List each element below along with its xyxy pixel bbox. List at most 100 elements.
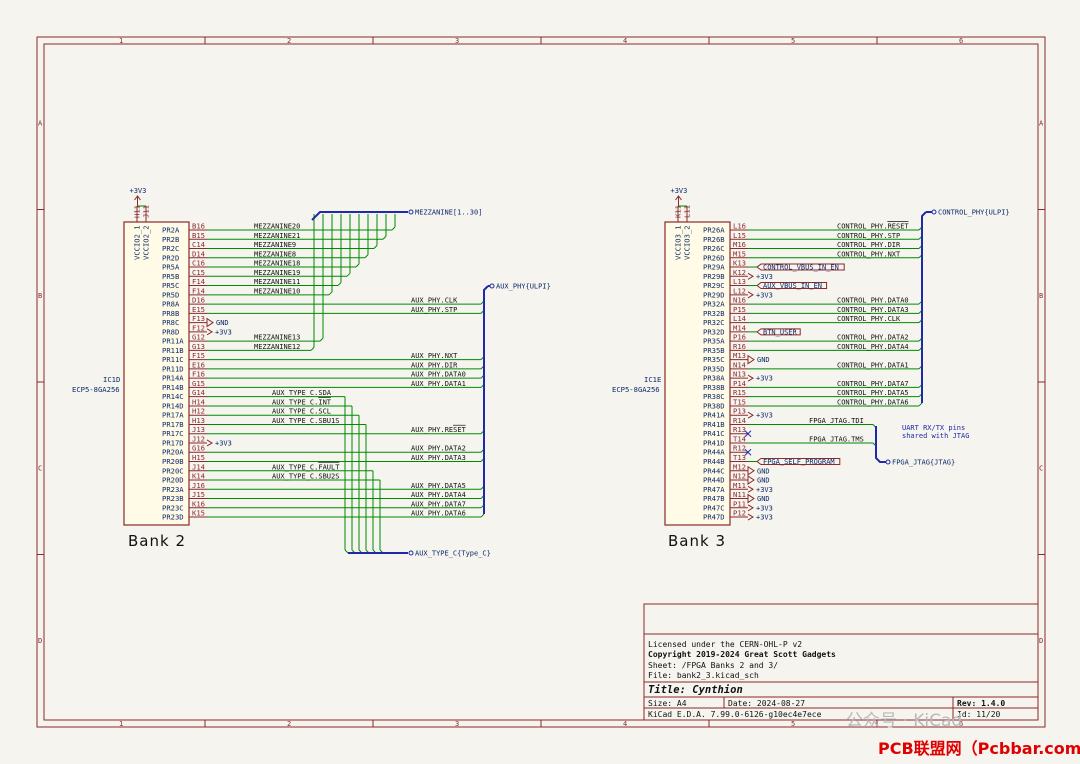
frame-row-right-A: A: [1039, 119, 1044, 127]
b3-net-control-phy-data0: CONTROL_PHY.DATA0: [837, 297, 909, 305]
b2-net-aux-phy-data6: AUX_PHY.DATA6: [411, 510, 466, 518]
b3-pin-pr41b-num: R14: [733, 416, 746, 425]
b2-pin-name-vccio2-1: VCCIO2_1: [133, 225, 142, 260]
b3-pin-pr35b-name: PR35B: [703, 346, 725, 355]
b3-net-control-phy-reset: CONTROL_PHY.RESET: [837, 223, 909, 231]
b3-pr44b-hier-label-label: FPGA_SELF_PROGRAM: [763, 458, 835, 466]
b2-pin-name-vccio2-2: VCCIO2_2: [142, 225, 151, 260]
frame-col-bottom-4: 4: [623, 720, 627, 728]
b2-pin-pr2a-num: B16: [192, 222, 205, 231]
b3-net-control-phy-data5: CONTROL_PHY.DATA5: [837, 389, 909, 397]
fpga-jtag-bus: [875, 426, 886, 463]
b3-pin-pr38a-name: PR38A: [703, 374, 725, 383]
b2-pin-pr17c-num: J13: [192, 425, 205, 434]
b2-pin-pr11a-name: PR11A: [162, 337, 184, 346]
b3-pr44d-gnd-symbol: [747, 475, 755, 485]
b3-pr47b-gnd-label: GND: [757, 495, 770, 503]
aux-phy-bus-port[interactable]: [489, 283, 495, 289]
b3-pin-pr29c-name: PR29C: [703, 281, 725, 290]
b3-pin-pr41d-name: PR41D: [703, 438, 725, 447]
title-block: Licensed under the CERN-OHL-P v2 Copyrig…: [643, 603, 1039, 721]
fpga-jtag-bus-port[interactable]: [885, 459, 891, 465]
b2-bus-entry-mezzanine19: [346, 272, 351, 277]
b3-pin-pr38d-num: T15: [733, 397, 746, 406]
b2-pin-pr14a-name: PR14A: [162, 374, 184, 383]
b3-pin-pr41a-name: PR41A: [703, 411, 725, 420]
b3-pin-pr26d-num: M15: [733, 249, 746, 258]
b2-pin-pr8b-name: PR8B: [162, 309, 179, 318]
b3-pr44d-gnd-label: GND: [757, 477, 770, 485]
b3-pin-name-vccio3-2: VCCIO3_2: [683, 225, 692, 260]
b3-vcc-power-label: +3V3: [671, 187, 688, 195]
b2-pin-pr5b-name: PR5B: [162, 272, 179, 281]
b3-net-control-phy-data1: CONTROL_PHY.DATA1: [837, 361, 909, 369]
ic1d-ref: IC1D: [103, 375, 120, 384]
aux-type-c-bus-port[interactable]: [408, 550, 414, 556]
b2-pr17d-power-arrow: [206, 439, 213, 447]
b3-pr29c-hier-label-label: AUX_VBUS_IN_EN: [763, 282, 822, 290]
mezzanine-bus-label: MEZZANINE[1..30]: [415, 209, 482, 217]
b2-net-aux-phy-clk: AUX_PHY.CLK: [411, 297, 458, 305]
b3-pr47c-power-arrow: [747, 504, 754, 512]
frame-row-D: D: [38, 637, 42, 645]
b2-pin-pr8c-num: F13: [192, 314, 205, 323]
b2-pin-pr8b-num: E15: [192, 305, 205, 314]
control-phy-bus-port[interactable]: [931, 209, 937, 215]
mezzanine-bus-port[interactable]: [408, 209, 414, 215]
b3-pin-pr41c-num: R13: [733, 425, 746, 434]
b3-pin-pr32a-name: PR32A: [703, 300, 725, 309]
bank-2-title: Bank 2: [128, 532, 186, 550]
b2-pin-pr23c-name: PR23C: [162, 503, 184, 512]
b3-pr47c-power-label: +3V3: [756, 504, 773, 512]
b3-pr44c-gnd-label: GND: [757, 467, 770, 475]
b3-pin-pr47b-num: N11: [733, 490, 746, 499]
b2-pin-pr17c-name: PR17C: [162, 429, 184, 438]
frame-col-6: 6: [959, 37, 963, 45]
mezzanine-bus: [311, 211, 408, 221]
b3-net-control-phy-data2: CONTROL_PHY.DATA2: [837, 334, 909, 342]
b2-bus-entry-mezzanine18: [355, 263, 360, 268]
b3-net-control-phy-nxt: CONTROL_PHY.NXT: [837, 250, 901, 258]
b3-pin-pr47a-name: PR47A: [703, 485, 725, 494]
b3-pin-pr38c-num: R15: [733, 388, 746, 397]
b2-pin-pr5a-num: C16: [192, 259, 205, 268]
b3-pr47b-gnd-symbol: [747, 493, 755, 504]
b2-pin-pr20b-num: H15: [192, 453, 205, 462]
b2-pin-pr2c-name: PR2C: [162, 244, 179, 253]
b2-net-mezzanine10: MEZZANINE10: [254, 287, 300, 295]
b3-net-control-phy-data4: CONTROL_PHY.DATA4: [837, 343, 909, 351]
b2-pin-pr20c-num: J14: [192, 462, 205, 471]
b3-pin-pr38a-num: N13: [733, 370, 746, 379]
ic1e-ref: IC1E: [644, 375, 661, 384]
b3-pin-pr29d-name: PR29D: [703, 290, 725, 299]
b2-pin-pr8c-name: PR8C: [162, 318, 179, 327]
b3-pin-pr38c-name: PR38C: [703, 392, 725, 401]
b2-pin-pr20a-num: G16: [192, 444, 205, 453]
b2-pin-pr14d-name: PR14D: [162, 401, 184, 410]
b3-pin-pr47d-num: P12: [733, 509, 746, 518]
b3-pin-pr29a-name: PR29A: [703, 263, 725, 272]
frame-row-C: C: [38, 464, 42, 472]
b3-pin-pr32c-num: L14: [733, 314, 746, 323]
b3-pin-num-l11: L11: [683, 205, 692, 218]
b3-pr47d-power-arrow: [747, 513, 754, 521]
b2-pin-pr17a-name: PR17A: [162, 411, 184, 420]
b2-pin-pr11b-num: G13: [192, 342, 205, 351]
b3-pin-pr26a-num: L16: [733, 222, 746, 231]
b3-pin-pr35d-name: PR35D: [703, 364, 725, 373]
sheet-path: Sheet: /FPGA Banks 2 and 3/: [648, 661, 778, 670]
b2-pin-pr17a-num: H12: [192, 407, 205, 416]
b2-net-aux-phy-data2: AUX_PHY.DATA2: [411, 445, 466, 453]
b3-pin-pr35a-name: PR35A: [703, 337, 725, 346]
b2-net-mezzanine18: MEZZANINE18: [254, 260, 300, 268]
b2-net-aux-phy-dir: AUX_PHY.DIR: [411, 361, 458, 369]
b2-pin-pr20d-num: K14: [192, 472, 205, 481]
b3-pin-pr47d-name: PR47D: [703, 513, 725, 522]
b2-net-aux-type-c-sbu2s: AUX_TYPE_C.SBU2S: [272, 473, 339, 481]
b2-net-aux-phy-data7: AUX_PHY.DATA7: [411, 500, 466, 508]
b2-pin-num-h11: H11: [133, 205, 142, 218]
b2-pin-pr14b-name: PR14B: [162, 383, 184, 392]
frame-col-2: 2: [287, 37, 291, 45]
b2-pin-pr2d-name: PR2D: [162, 253, 179, 262]
b3-pr35c-gnd-symbol: [747, 354, 755, 365]
